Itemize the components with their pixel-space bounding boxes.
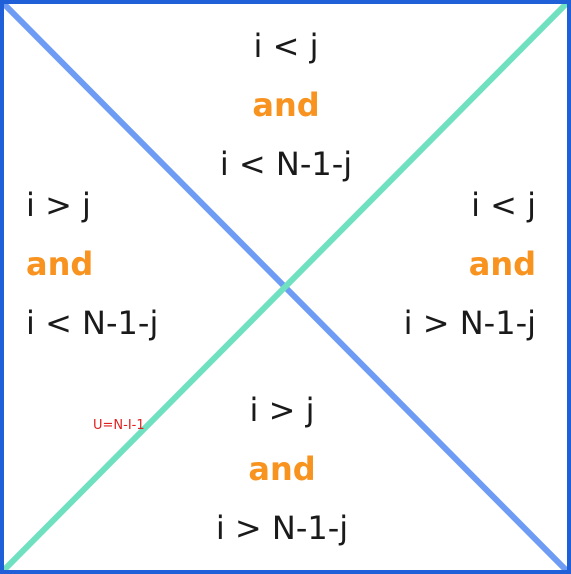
region-right-line-1: i < j bbox=[471, 186, 536, 224]
region-left-conjunction: and bbox=[26, 245, 94, 283]
region-right-line-2: i > N-1-j bbox=[403, 304, 536, 342]
region-top: i < j and i < N-1-j bbox=[186, 17, 386, 194]
region-left-line-2: i < N-1-j bbox=[26, 304, 159, 342]
region-bottom-conjunction: and bbox=[248, 450, 316, 488]
region-bottom-line-2: i > N-1-j bbox=[215, 509, 349, 547]
region-right-conjunction: and bbox=[468, 245, 536, 283]
region-left-line-1: i > j bbox=[26, 186, 91, 224]
region-left: i > j and i < N-1-j bbox=[26, 176, 226, 353]
region-top-line-1: i < j bbox=[253, 27, 319, 65]
region-top-conjunction: and bbox=[252, 86, 320, 124]
region-right: i < j and i > N-1-j bbox=[336, 176, 536, 353]
region-bottom: i > j and i > N-1-j bbox=[182, 381, 382, 558]
anti-diagonal-label: U=N-I-1 bbox=[93, 418, 145, 433]
region-bottom-line-1: i > j bbox=[249, 391, 315, 429]
